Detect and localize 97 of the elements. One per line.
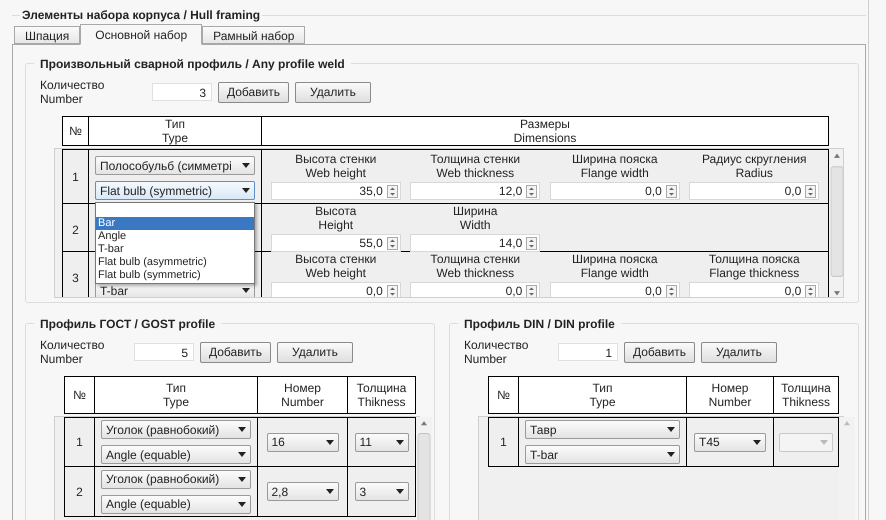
dimension-label: Высота стенки Web height: [295, 152, 376, 180]
add-button[interactable]: Добавить: [218, 82, 290, 102]
remove-button[interactable]: Удалить: [277, 342, 353, 362]
tab[interactable]: Рамный набор: [202, 26, 306, 44]
column-header: Тип Type: [589, 381, 616, 409]
number-field[interactable]: 12,0: [410, 182, 540, 200]
tab[interactable]: Шпация: [14, 26, 80, 44]
spin-icon[interactable]: [386, 236, 398, 250]
count-label: Количество Number: [464, 338, 530, 366]
number-field[interactable]: 0,0: [410, 282, 540, 297]
number-field[interactable]: 0,0: [689, 282, 820, 297]
dimension-label: Высота стенки Web height: [295, 252, 376, 280]
caret-icon: [238, 427, 246, 432]
dropdown-option[interactable]: Angle: [96, 230, 254, 243]
type-dropdown[interactable]: 11: [354, 432, 408, 452]
spin-icon[interactable]: [386, 184, 398, 198]
add-button[interactable]: Добавить: [624, 342, 696, 362]
number-field[interactable]: 14,0: [410, 234, 540, 252]
column-header: №: [69, 124, 82, 138]
spin-icon[interactable]: [805, 284, 816, 297]
dimension-label: Толщина стенки Web thickness: [430, 252, 520, 280]
row-number: 3: [72, 270, 79, 286]
type-dropdown[interactable]: Flat bulb (symmetric): [95, 181, 255, 200]
type-dropdown[interactable]: Angle (equable): [101, 445, 251, 464]
caret-icon: [396, 489, 404, 494]
caret-icon: [238, 476, 246, 482]
dimension-label: Высота Height: [315, 204, 356, 232]
spin-icon[interactable]: [526, 284, 538, 297]
row-number: 1: [72, 168, 79, 186]
number-field[interactable]: 0,0: [550, 182, 680, 200]
column-header: Тип Type: [162, 381, 189, 409]
caret-icon: [667, 452, 675, 457]
scrollbar[interactable]: [416, 417, 432, 520]
spin-icon[interactable]: [386, 284, 398, 297]
column-header: Номер Number: [708, 381, 752, 409]
spin-icon[interactable]: [666, 284, 677, 297]
dropdown-option[interactable]: Bar: [96, 217, 254, 230]
caret-icon: [326, 489, 334, 494]
caret-icon: [396, 440, 404, 444]
row-number: 1: [500, 434, 507, 451]
caret-icon: [820, 440, 828, 444]
count-label: Количество Number: [40, 78, 106, 106]
number-field[interactable]: 0,0: [550, 282, 680, 297]
number-field[interactable]: 55,0: [270, 234, 401, 252]
caret-icon: [242, 163, 250, 168]
count-field[interactable]: 1: [558, 343, 618, 361]
dimension-label: Толщина пояска Flange thickness: [708, 252, 800, 280]
type-dropdown[interactable]: 16: [266, 432, 338, 452]
row-number: 1: [76, 434, 83, 451]
caret-icon: [753, 440, 761, 444]
spin-icon[interactable]: [526, 184, 538, 198]
column-header: Толщина Thikness: [781, 381, 831, 409]
dropdown-option[interactable]: Flat bulb (asymmetric): [96, 256, 254, 269]
dimension-label: Ширина пояска Flange width: [572, 152, 658, 180]
number-field[interactable]: 35,0: [270, 182, 401, 200]
number-field[interactable]: 0,0: [689, 182, 820, 200]
caret-icon: [326, 440, 334, 444]
spin-icon[interactable]: [526, 236, 538, 250]
type-dropdown[interactable]: Уголок (равнобокий): [101, 470, 251, 488]
type-dropdown[interactable]: Полособульб (симметрі: [95, 156, 255, 175]
column-header: Номер Number: [281, 381, 324, 409]
caret-icon: [667, 427, 675, 432]
dropdown-option[interactable]: T-bar: [96, 243, 254, 256]
spin-icon[interactable]: [805, 184, 816, 198]
count-field[interactable]: 5: [134, 343, 194, 361]
number-field[interactable]: 0,0: [270, 282, 401, 297]
type-dropdown[interactable]: T45: [694, 432, 766, 452]
tab[interactable]: Основной набор: [80, 24, 202, 45]
window-title: Элементы набора корпуса / Hull framing: [21, 7, 262, 24]
type-dropdown[interactable]: 2,8: [266, 482, 338, 501]
remove-button[interactable]: Удалить: [701, 342, 777, 362]
caret-icon: [238, 452, 246, 457]
dropdown-option[interactable]: Flat bulb (symmetric): [96, 269, 254, 282]
dimension-label: Ширина Width: [453, 204, 498, 232]
caret-icon: [242, 188, 250, 193]
column-header: Размеры Dimensions: [514, 117, 576, 145]
row-number: 2: [72, 222, 79, 238]
column-header: Толщина Thikness: [356, 381, 406, 409]
type-dropdown[interactable]: Тавр: [525, 420, 680, 439]
add-button[interactable]: Добавить: [200, 342, 272, 362]
dimension-label: Толщина стенки Web thickness: [430, 152, 520, 180]
type-dropdown[interactable]: Уголок (равнобокий): [101, 420, 251, 439]
row-number: 2: [76, 484, 83, 500]
type-dropdown[interactable]: T-bar: [525, 445, 680, 464]
remove-button[interactable]: Удалить: [295, 82, 371, 102]
column-header: №: [73, 388, 86, 402]
type-dropdown[interactable]: 3: [354, 482, 408, 501]
dimension-label: Радиус скругления Radius: [702, 152, 807, 180]
dimension-label: Ширина пояска Flange width: [572, 252, 658, 280]
spin-icon[interactable]: [666, 184, 677, 198]
column-header: №: [497, 388, 510, 402]
type-dropdown[interactable]: Angle (equable): [101, 494, 251, 514]
caret-icon: [238, 502, 246, 506]
column-header: Тип Type: [162, 117, 188, 145]
caret-icon: [242, 288, 250, 293]
count-label: Количество Number: [40, 338, 106, 366]
count-field[interactable]: 3: [152, 83, 212, 101]
